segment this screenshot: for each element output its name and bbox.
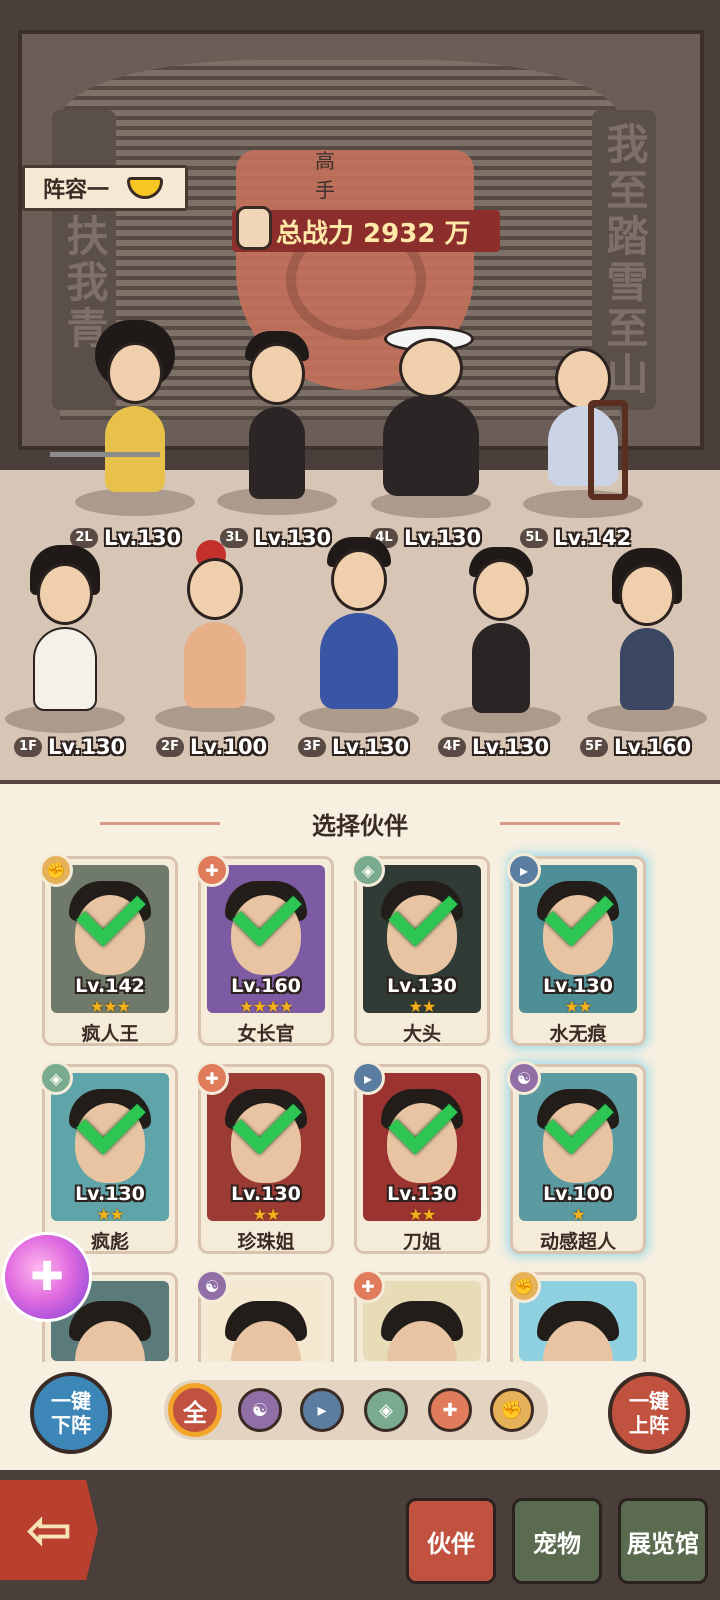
shield-icon[interactable]: ◈ [364, 1388, 408, 1432]
partner-card[interactable]: Lv.160 ★★★★ 女长官 ✚ [195, 853, 334, 1046]
lineup-label: 阵容一 [43, 178, 110, 203]
tab-pet[interactable]: 宠物 [512, 1498, 602, 1584]
partner-portrait: Lv.130 ★★ [363, 865, 481, 1013]
partner-level: Lv.130 [543, 975, 613, 997]
partner-portrait: Lv.130 ★★ [207, 1073, 325, 1221]
level-label-1F: 1F Lv.130 [14, 735, 125, 759]
lineup-selector[interactable]: 阵容一 [22, 165, 188, 211]
partner-card[interactable]: Lv.142 ★★★ 疯人王 ✊ [39, 853, 178, 1046]
partner-name: 刀姐 [402, 1231, 441, 1253]
equip-all-button[interactable]: 一键 上阵 [608, 1372, 690, 1454]
partner-name: 大头 [402, 1023, 441, 1045]
partner-portrait: Lv.142 ★★★ [51, 865, 169, 1013]
partner-name: 珍珠姐 [237, 1231, 295, 1253]
total-power-text: 总战力 2932 万 [276, 218, 471, 249]
character-2L[interactable] [50, 320, 210, 520]
partner-card[interactable]: Lv.130 ★★ 水无痕 ▸ [507, 853, 646, 1046]
character-5L[interactable] [518, 340, 648, 520]
character-5F[interactable] [582, 548, 712, 733]
fist-icon: ✊ [507, 1269, 541, 1303]
character-4F[interactable] [436, 545, 566, 735]
character-2F[interactable] [150, 540, 280, 732]
level-label-2F: 2F Lv.100 [156, 735, 267, 759]
partner-card[interactable]: ✊ [507, 1269, 646, 1362]
star-rating: ★★★ [89, 997, 131, 1013]
yinyang-icon: ☯ [507, 1061, 541, 1095]
partner-portrait: Lv.160 ★★★★ [207, 865, 325, 1013]
level-label-5F: 5F Lv.160 [580, 735, 691, 759]
character-1F[interactable] [0, 545, 130, 735]
shield-icon: ◈ [39, 1061, 73, 1095]
partner-card[interactable]: Lv.130 ★★ 刀姐 ▸ [351, 1061, 490, 1254]
bottom-nav: ⇦ 伙伴 宠物 展览馆 [0, 1470, 720, 1600]
character-4L[interactable] [366, 320, 496, 520]
partner-name: 动感超人 [539, 1231, 616, 1253]
partner-level: Lv.130 [231, 1183, 301, 1205]
partner-card[interactable]: Lv.130 ★★ 疯彪 ◈ [39, 1061, 178, 1254]
level-label-4F: 4F Lv.130 [438, 735, 549, 759]
partner-level: Lv.100 [543, 1183, 613, 1205]
fist-icon [236, 206, 272, 250]
gun-icon[interactable]: ▸ [300, 1388, 344, 1432]
yinyang-icon[interactable]: ☯ [238, 1388, 282, 1432]
yinyang-icon: ☯ [195, 1269, 229, 1303]
partner-name: 女长官 [237, 1023, 295, 1045]
unequip-all-button[interactable]: 一键 下阵 [30, 1372, 112, 1454]
chevron-down-icon [127, 177, 164, 199]
shield-icon: ◈ [351, 853, 385, 887]
partner-card[interactable]: Lv.100 ★ 动感超人 ☯ [507, 1061, 646, 1254]
star-rating: ★★★★ [239, 997, 293, 1013]
partner-level: Lv.130 [75, 1183, 145, 1205]
filter-all-button[interactable]: 全 [168, 1383, 222, 1437]
star-rating: ★★ [96, 1205, 125, 1221]
partner-card[interactable]: Lv.130 ★★ 大头 ◈ [351, 853, 490, 1046]
tab-gallery[interactable]: 展览馆 [618, 1498, 708, 1584]
partner-level: Lv.130 [387, 975, 457, 997]
character-3F[interactable] [294, 535, 424, 733]
fist-icon[interactable]: ✊ [490, 1388, 534, 1432]
emblem-text: 高 手 [315, 149, 455, 202]
star-rating: ★★ [564, 997, 593, 1013]
floating-plus-icon[interactable]: ✚ [2, 1232, 92, 1322]
tab-partner[interactable]: 伙伴 [406, 1498, 496, 1584]
partner-select-panel: 选择伙伴 Lv.142 ★★★ 疯人王 ✊ Lv.160 ★★★★ 女长官 ✚ … [0, 780, 720, 1470]
gun-icon: ▸ [507, 853, 541, 887]
heal-icon: ✚ [195, 853, 229, 887]
partner-card[interactable]: Lv.130 ★★ 珍珠姐 ✚ [195, 1061, 334, 1254]
partner-name: 水无痕 [549, 1023, 607, 1045]
character-3L[interactable] [212, 325, 342, 515]
partner-card[interactable]: ✚ [351, 1269, 490, 1362]
partner-name: 疯人王 [81, 1023, 139, 1045]
partner-card[interactable]: ☯ [195, 1269, 334, 1362]
battle-stage: 无扶我青 我至踏雪至山 高 手 阵容一 总战力 2932 万 2L Lv.130… [0, 0, 720, 780]
fist-icon: ✊ [39, 853, 73, 887]
heal-icon[interactable]: ✚ [428, 1388, 472, 1432]
star-rating: ★★ [252, 1205, 281, 1221]
star-rating: ★★ [408, 1205, 437, 1221]
partner-level: Lv.160 [231, 975, 301, 997]
star-rating: ★ [571, 1205, 585, 1221]
level-label-3F: 3F Lv.130 [298, 735, 409, 759]
partner-portrait: Lv.130 ★★ [363, 1073, 481, 1221]
partner-level: Lv.130 [387, 1183, 457, 1205]
partner-portrait: Lv.130 ★★ [519, 865, 637, 1013]
partner-portrait: Lv.130 ★★ [51, 1073, 169, 1221]
heal-icon: ✚ [351, 1269, 385, 1303]
star-rating: ★★ [408, 997, 437, 1013]
gun-icon: ▸ [351, 1061, 385, 1095]
back-arrow-icon[interactable]: ⇦ [0, 1480, 98, 1580]
title-divider-right [500, 822, 620, 825]
heal-icon: ✚ [195, 1061, 229, 1095]
total-power-banner: 总战力 2932 万 [232, 206, 500, 252]
partner-portrait: Lv.100 ★ [519, 1073, 637, 1221]
partner-level: Lv.142 [75, 975, 145, 997]
